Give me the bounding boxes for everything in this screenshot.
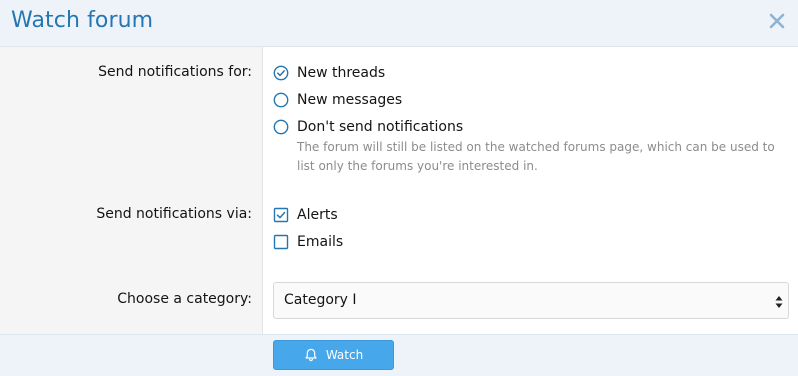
category-label: Choose a category: (117, 291, 252, 307)
dialog-body: Send notifications for: Send notificatio… (0, 47, 798, 334)
radio-dont-send[interactable]: Don't send notifications (273, 117, 463, 137)
radio-label: New threads (297, 65, 386, 81)
radio-label: Don't send notifications (297, 119, 464, 135)
radio-checked-icon (273, 65, 289, 81)
radio-new-threads[interactable]: New threads (273, 63, 385, 83)
checkbox-alerts[interactable]: Alerts (273, 205, 338, 225)
checkbox-label: Alerts (297, 207, 338, 223)
watch-forum-dialog: Watch forum Send notifications for: Send… (0, 0, 798, 376)
label-column: Send notifications for: Send notificatio… (0, 47, 263, 334)
notify-hint-text: The forum will still be listed on the wa… (297, 140, 775, 173)
category-select[interactable]: Category I (273, 282, 789, 319)
notify-for-label: Send notifications for: (98, 64, 252, 80)
checkbox-emails[interactable]: Emails (273, 232, 343, 252)
checkbox-label: Emails (297, 234, 344, 250)
watch-button[interactable]: Watch (273, 340, 394, 370)
checkbox-checked-icon (273, 207, 289, 223)
radio-unchecked-icon (273, 119, 289, 135)
radio-unchecked-icon (273, 92, 289, 108)
watch-button-label: Watch (325, 348, 364, 362)
dialog-footer: Watch (0, 334, 798, 376)
radio-new-messages[interactable]: New messages (273, 90, 402, 110)
bell-icon (305, 348, 317, 362)
dialog-header: Watch forum (0, 0, 798, 47)
radio-label: New messages (297, 92, 403, 108)
close-icon[interactable] (766, 10, 788, 32)
select-arrows-icon (775, 294, 783, 308)
notify-via-label: Send notifications via: (96, 206, 252, 222)
checkbox-unchecked-icon (273, 234, 289, 250)
dialog-title: Watch forum (11, 8, 154, 33)
category-select-value: Category I (284, 292, 357, 308)
